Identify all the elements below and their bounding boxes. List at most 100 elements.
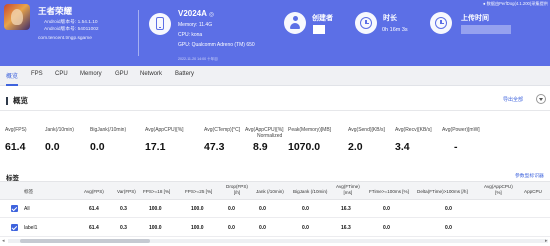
- device-icon: [149, 13, 171, 35]
- creator-icon: [284, 12, 306, 34]
- tab-overview[interactable]: 概览: [6, 71, 19, 86]
- metric-peak-memory: Peak(Memory)[MB] 1070.0: [288, 127, 331, 153]
- cell-avg-fps: 61.4: [89, 206, 99, 212]
- metric-value: 0.0: [45, 141, 60, 153]
- col-drop-fps[interactable]: Drop(FPS) [/h]: [226, 184, 248, 195]
- cell-bigjank: 0.0: [302, 206, 309, 212]
- cell-fps-25: 100.0: [191, 225, 204, 231]
- metric-avg-power: Avg(Power)[mW] -: [442, 127, 480, 153]
- sdk-version: Android版本号: 54011002: [44, 27, 99, 32]
- scroll-left-icon[interactable]: ◂: [2, 238, 5, 244]
- cell-avg-fps: 61.4: [89, 225, 99, 231]
- android-version: Android版本号: 1.54.1.10: [44, 20, 98, 25]
- col-jank[interactable]: Jank (/10min): [256, 189, 284, 195]
- params-link[interactable]: 参数型标识器: [515, 172, 544, 179]
- tab-network[interactable]: Network: [140, 71, 162, 77]
- package-name: com.tencent.tmgp.sgame: [38, 36, 92, 41]
- col-avg-appcpu[interactable]: Avg(AppCPU) [%]: [484, 184, 513, 195]
- table-row[interactable]: label1 61.4 0.3 100.0 100.0 0.0 0.0 0.0 …: [0, 219, 550, 237]
- metric-value: 1070.0: [288, 141, 321, 153]
- cell-jank: 0.0: [259, 206, 266, 212]
- col-label[interactable]: 标签: [24, 189, 33, 195]
- upload-time-value: [461, 25, 511, 34]
- collapse-icon[interactable]: [536, 94, 546, 104]
- col-appcpu[interactable]: AppCPU: [524, 189, 542, 195]
- metric-bigjank: BigJank(/10min) 0.0: [90, 127, 126, 153]
- tab-battery[interactable]: Battery: [175, 71, 194, 77]
- col-line1: Avg(FTime): [336, 184, 360, 189]
- report-header: 王者荣耀 Android版本号: 1.54.1.10 Android版本号: 5…: [0, 0, 550, 66]
- col-line2: [ms]: [343, 189, 353, 195]
- col-fps-25[interactable]: FPS>=25 [%]: [185, 189, 212, 195]
- row-label: label1: [24, 225, 38, 231]
- scroll-right-icon[interactable]: ▸: [545, 238, 548, 244]
- col-line2: [%]: [495, 189, 502, 195]
- col-var-fps[interactable]: Var(FPS): [117, 189, 136, 195]
- device-memory: Memory: 11.4G: [178, 22, 213, 28]
- col-bigjank[interactable]: BigJank (/10min): [293, 189, 327, 195]
- metric-value: -: [454, 141, 458, 153]
- creator-value: [313, 25, 325, 34]
- row-label: All: [24, 206, 30, 212]
- creator-label: 创建者: [312, 15, 333, 22]
- metric-avg-ctemp: Avg(CTemp)[°C] 47.3: [204, 127, 240, 153]
- metric-label: BigJank(/10min): [90, 127, 127, 133]
- metric-value: 0.0: [90, 141, 105, 153]
- header-small-note: 2022-11-20 14:00 十年目: [178, 57, 218, 61]
- metric-avg-appcpu-normalized: Avg(AppCPU)[%] Normalized 8.9: [245, 127, 284, 153]
- col-avg-ftime[interactable]: Avg(FTime) [ms]: [336, 184, 360, 195]
- export-all-link[interactable]: 导出全部: [503, 96, 523, 103]
- device-model: V2024A ◎: [178, 9, 214, 18]
- table-row[interactable]: All 61.4 0.3 100.0 100.0 0.0 0.0 0.0 16.…: [0, 200, 550, 218]
- col-ftime-100[interactable]: FTime>=100ms [%]: [369, 189, 409, 195]
- metric-label: Avg(Send)[KB/s]: [348, 127, 385, 133]
- metric-value: 3.4: [395, 141, 410, 153]
- tab-cpu[interactable]: CPU: [55, 71, 68, 77]
- upload-time-icon: [430, 12, 452, 34]
- tab-fps[interactable]: FPS: [31, 71, 43, 77]
- device-model-suffix: ◎: [208, 12, 215, 18]
- duration-label: 时长: [383, 15, 397, 22]
- divider: [138, 10, 139, 56]
- tab-gpu[interactable]: GPU: [115, 71, 128, 77]
- col-line1: Drop(FPS): [226, 184, 248, 189]
- metric-avg-fps: Avg(FPS) 61.4: [5, 127, 27, 153]
- metric-label: Avg(FPS): [5, 127, 27, 133]
- duration-icon: [355, 12, 377, 34]
- table-header: 标签 Avg(FPS) Var(FPS) FPS>=18 [%] FPS>=25…: [0, 181, 550, 200]
- cell-var-fps: 0.3: [120, 206, 127, 212]
- col-delta-ftime[interactable]: Delta(FTime)>100ms [/h]: [417, 189, 468, 195]
- metric-jank: Jank(/10min) 0.0: [45, 127, 74, 153]
- overview-title: 概览: [6, 97, 28, 105]
- col-avg-fps[interactable]: Avg(FPS): [84, 189, 104, 195]
- cell-fps-25: 100.0: [191, 206, 204, 212]
- metric-value: 17.1: [145, 141, 166, 153]
- row-checkbox[interactable]: [11, 205, 18, 212]
- device-model-text: V2024A: [178, 9, 207, 18]
- metric-value: 61.4: [5, 141, 26, 153]
- tab-memory[interactable]: Memory: [80, 71, 102, 77]
- row-checkbox[interactable]: [11, 224, 18, 231]
- cell-drop-fps: 0.0: [228, 225, 235, 231]
- device-cpu: CPU: kona: [178, 32, 203, 38]
- game-icon: [4, 4, 30, 30]
- col-fps-18[interactable]: FPS>=18 [%]: [143, 189, 170, 195]
- cell-delta-ftime: 0.0: [445, 206, 452, 212]
- metric-label: Avg(AppCPU)[%]: [145, 127, 184, 133]
- metric-label: Avg(Power)[mW]: [442, 127, 480, 133]
- metric-value: 47.3: [204, 141, 225, 153]
- cell-fps-18: 100.0: [149, 206, 162, 212]
- cell-var-fps: 0.3: [120, 225, 127, 231]
- metric-label-2: Normalized: [257, 133, 283, 139]
- scrollbar-thumb[interactable]: [20, 239, 150, 243]
- metric-label: Jank(/10min): [45, 127, 74, 133]
- cell-fps-18: 100.0: [149, 225, 162, 231]
- duration-value: 0h 16m 3s: [382, 27, 408, 33]
- device-gpu: GPU: Qualcomm Adreno (TM) 650: [178, 42, 255, 48]
- divider: [0, 110, 550, 111]
- tab-bar: 概览 FPS CPU Memory GPU Network Battery: [0, 66, 550, 86]
- metric-label: Peak(Memory)[MB]: [288, 127, 332, 133]
- cell-bigjank: 0.0: [302, 225, 309, 231]
- header-note: 数据由PerfDog(4.1.200)采集提供: [483, 1, 548, 7]
- cell-delta-ftime: 0.0: [445, 225, 452, 231]
